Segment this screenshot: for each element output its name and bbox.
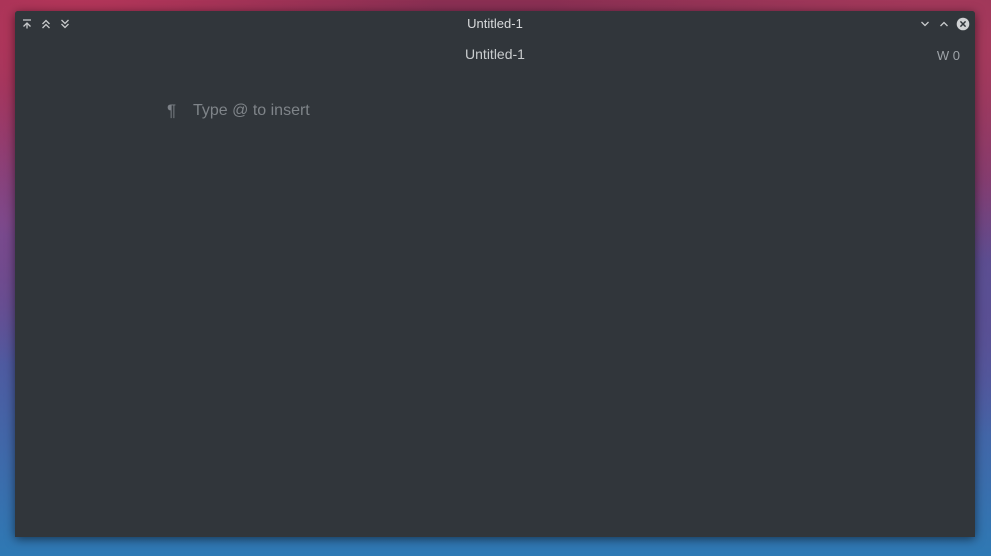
window-titlebar[interactable]: Untitled-1 (15, 11, 975, 36)
minimize-icon[interactable] (917, 16, 933, 32)
maximize-icon[interactable] (936, 16, 952, 32)
word-count: W 0 (936, 48, 960, 63)
editor-window: Untitled-1 Untitled-1 W 0 ¶ (15, 11, 975, 537)
close-icon[interactable] (955, 16, 971, 32)
editor-area[interactable]: ¶ (167, 101, 817, 125)
window-title: Untitled-1 (467, 16, 523, 31)
paragraph-mark-icon: ¶ (167, 101, 177, 120)
editor-input[interactable] (193, 101, 793, 121)
document-title: Untitled-1 (465, 46, 525, 62)
